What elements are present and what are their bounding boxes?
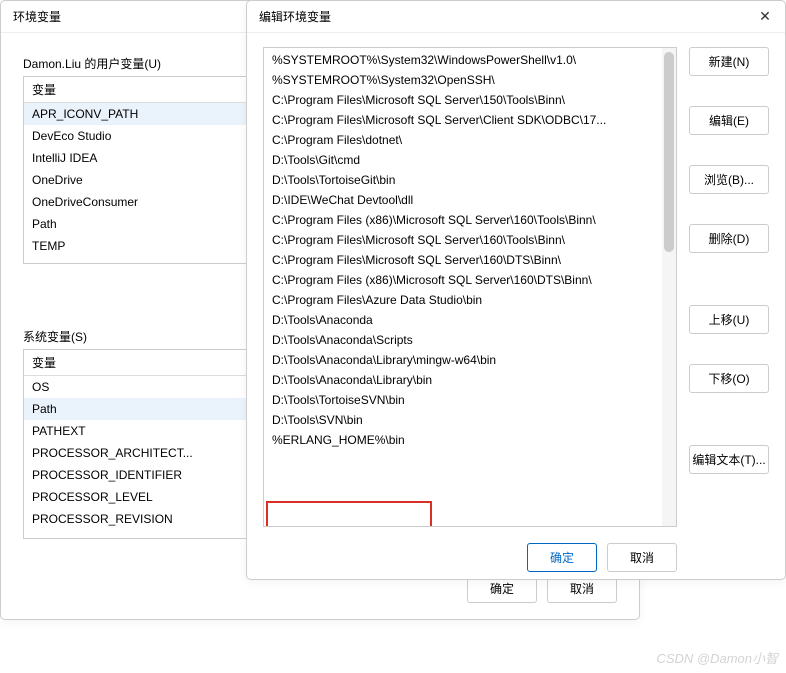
dialog-title: 编辑环境变量 (259, 8, 331, 25)
move-up-button[interactable]: 上移(U) (689, 305, 769, 334)
cancel-button[interactable]: 取消 (607, 543, 677, 572)
scrollbar[interactable] (662, 48, 676, 526)
titlebar: 编辑环境变量 ✕ (247, 1, 785, 33)
annotation-highlight (266, 501, 432, 527)
list-item[interactable]: D:\Tools\Anaconda (264, 310, 676, 330)
edit-button[interactable]: 编辑(E) (689, 106, 769, 135)
list-item[interactable]: D:\Tools\Anaconda\Library\bin (264, 370, 676, 390)
list-item[interactable]: C:\Program Files\Microsoft SQL Server\15… (264, 90, 676, 110)
list-item[interactable]: D:\Tools\TortoiseSVN\bin (264, 390, 676, 410)
list-item[interactable]: D:\Tools\TortoiseGit\bin (264, 170, 676, 190)
list-item[interactable]: C:\Program Files (x86)\Microsoft SQL Ser… (264, 210, 676, 230)
close-icon[interactable]: ✕ (757, 9, 773, 25)
scrollbar-thumb[interactable] (664, 52, 674, 252)
list-item[interactable]: %SYSTEMROOT%\System32\OpenSSH\ (264, 70, 676, 90)
list-item[interactable]: D:\Tools\Git\cmd (264, 150, 676, 170)
new-button[interactable]: 新建(N) (689, 47, 769, 76)
browse-button[interactable]: 浏览(B)... (689, 165, 769, 194)
list-item[interactable]: D:\Tools\SVN\bin (264, 410, 676, 430)
list-item[interactable]: %SYSTEMROOT%\System32\WindowsPowerShell\… (264, 50, 676, 70)
list-item[interactable]: C:\Program Files\Microsoft SQL Server\Cl… (264, 110, 676, 130)
list-item[interactable]: D:\Tools\Anaconda\Library\mingw-w64\bin (264, 350, 676, 370)
list-item[interactable]: C:\Program Files (x86)\Microsoft SQL Ser… (264, 270, 676, 290)
list-item[interactable]: C:\Program Files\dotnet\ (264, 130, 676, 150)
window-title: 环境变量 (13, 8, 61, 25)
delete-button[interactable]: 删除(D) (689, 224, 769, 253)
list-item[interactable]: C:\Program Files\Microsoft SQL Server\16… (264, 250, 676, 270)
list-item[interactable]: C:\Program Files\Microsoft SQL Server\16… (264, 230, 676, 250)
list-item[interactable]: C:\Program Files\Azure Data Studio\bin (264, 290, 676, 310)
edit-text-button[interactable]: 编辑文本(T)... (689, 445, 769, 474)
watermark: CSDN @Damon小智 (656, 648, 778, 667)
list-item[interactable]: D:\IDE\WeChat Devtool\dll (264, 190, 676, 210)
ok-button[interactable]: 确定 (527, 543, 597, 572)
path-listbox[interactable]: %SYSTEMROOT%\System32\WindowsPowerShell\… (263, 47, 677, 527)
edit-env-var-dialog: 编辑环境变量 ✕ %SYSTEMROOT%\System32\WindowsPo… (246, 0, 786, 580)
move-down-button[interactable]: 下移(O) (689, 364, 769, 393)
list-item[interactable]: D:\Tools\Anaconda\Scripts (264, 330, 676, 350)
list-item[interactable]: %ERLANG_HOME%\bin (264, 430, 676, 450)
